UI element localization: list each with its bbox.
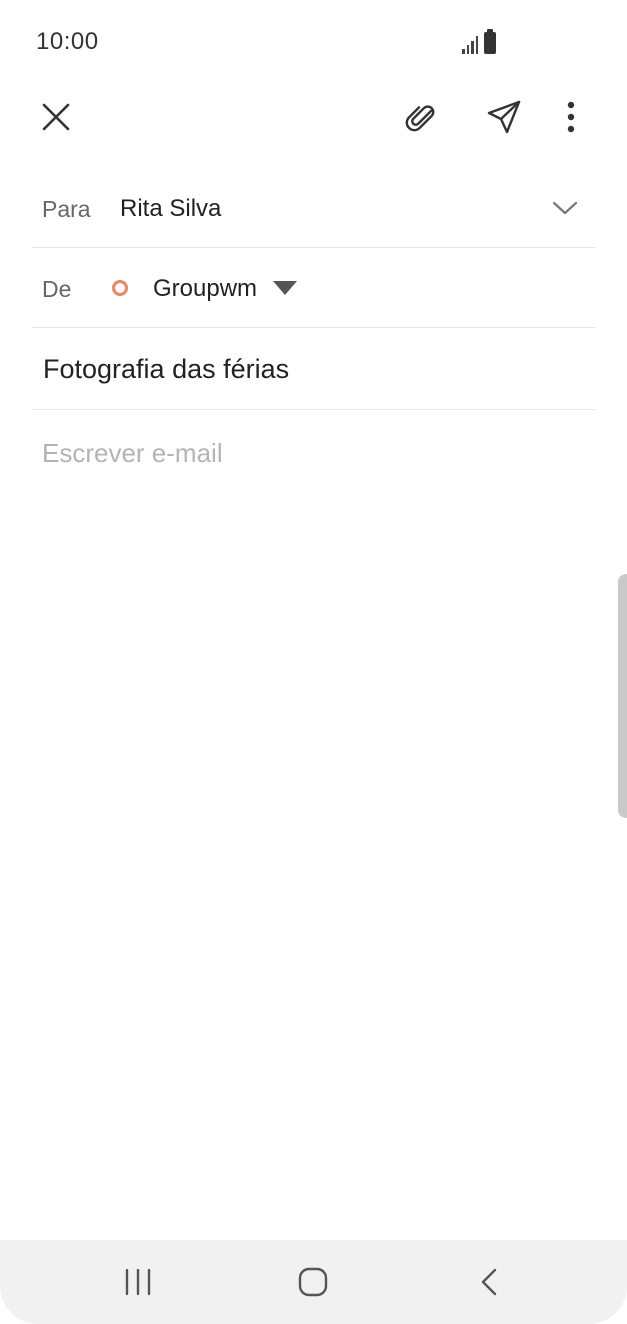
- close-icon: [42, 103, 70, 131]
- sender-account[interactable]: Groupwm: [153, 275, 257, 303]
- more-vertical-icon: [567, 101, 575, 133]
- from-label: De: [42, 276, 72, 302]
- compose-toolbar: [0, 84, 627, 154]
- side-scroll-handle[interactable]: [618, 574, 627, 818]
- status-bar: 10:00: [0, 0, 627, 84]
- to-label: Para: [42, 196, 91, 222]
- dropdown-arrow-icon[interactable]: [273, 281, 297, 297]
- paperclip-icon: [405, 105, 435, 132]
- send-button[interactable]: [474, 84, 534, 150]
- battery-icon: [484, 29, 496, 54]
- subject-field[interactable]: Fotografia das férias: [43, 354, 289, 385]
- attach-button[interactable]: [390, 84, 450, 150]
- home-button[interactable]: [273, 1252, 353, 1312]
- recent-apps-button[interactable]: [98, 1252, 178, 1312]
- to-row[interactable]: Para Rita Silva: [32, 168, 596, 248]
- home-icon: [298, 1267, 328, 1297]
- signal-icon: [462, 34, 478, 54]
- back-icon: [481, 1268, 497, 1296]
- navigation-bar: [0, 1240, 627, 1324]
- recipient-chip[interactable]: Rita Silva: [120, 195, 221, 223]
- close-button[interactable]: [26, 84, 86, 150]
- status-time: 10:00: [36, 28, 99, 55]
- from-row[interactable]: De Groupwm: [32, 248, 596, 328]
- subject-row[interactable]: Fotografia das férias: [32, 328, 596, 410]
- email-body-field[interactable]: Escrever e-mail: [42, 438, 582, 469]
- more-options-button[interactable]: [541, 84, 601, 150]
- back-button[interactable]: [449, 1252, 529, 1312]
- send-icon: [487, 100, 521, 134]
- status-icons: [462, 29, 496, 54]
- chevron-down-icon[interactable]: [550, 196, 580, 220]
- account-color-icon: [112, 280, 128, 296]
- recent-apps-icon: [125, 1269, 151, 1295]
